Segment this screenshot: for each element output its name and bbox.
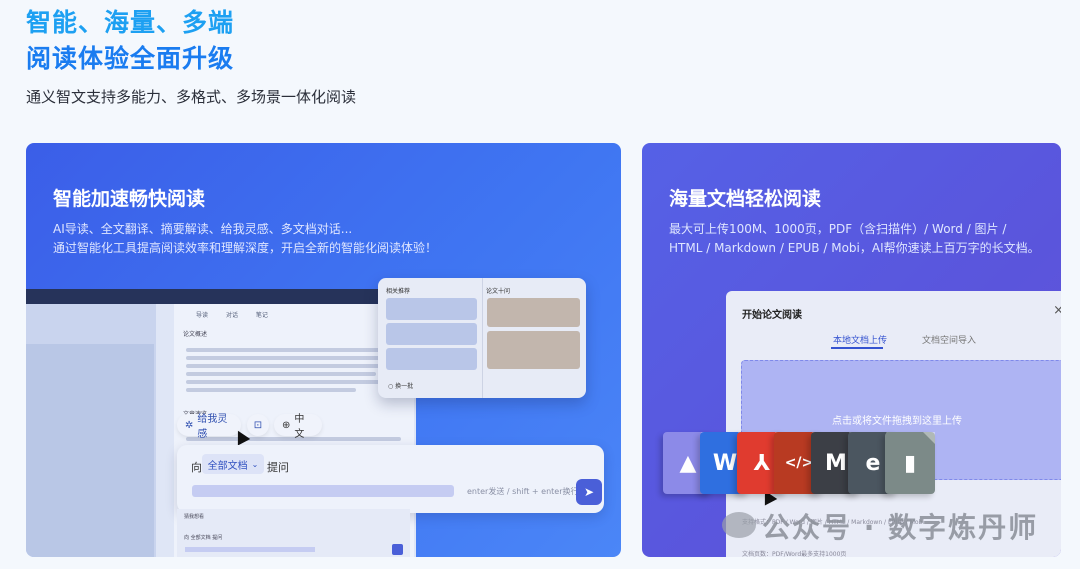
send-button[interactable]: ➤ [576,479,602,505]
language-label: 中文 [294,414,305,440]
ask-question-box: 向 全部文档 ⌄ 提问 enter发送 / shift + enter换行 ➤ [177,445,604,513]
doc-scope-select[interactable]: 全部文档 ⌄ [202,454,264,474]
mini-scope: 全部文档 [190,535,211,541]
mini-label: 猜我想看 [184,514,205,520]
mock-text-line [186,372,376,376]
related-item[interactable] [386,323,477,345]
card-description: AI导读、全文翻译、摘要解读、给我灵感、多文档对话... 通过智能化工具提高阅读… [53,220,437,258]
tab-notes[interactable]: 笔记 [256,312,268,319]
globe-icon: ⊕ [282,419,291,431]
mock-text-line [186,388,356,392]
mock-doc-title: 论文概述 [183,331,208,338]
panel-header-ten-questions: 论文十问 [486,288,511,295]
mock-text-line [186,380,401,384]
close-icon[interactable]: × [1053,303,1061,318]
recommendation-popover: 相关推荐 论文十问 ○ 换一批 [378,278,586,398]
mock-app-sidebar [26,304,156,557]
card-title: 海量文档轻松阅读 [669,188,822,210]
tab-space-import[interactable]: 文档空间导入 [922,333,976,346]
mobi-file-icon: ▮ [885,432,935,494]
inspire-me-label: 给我灵感 [197,414,228,440]
page-footnote: 文档页数：PDF/Word最多支持1000页 [742,551,847,557]
refresh-batch-link[interactable]: ○ 换一批 [388,381,413,390]
panel-divider [482,278,483,398]
mock-text-line [186,348,401,352]
related-item[interactable] [386,298,477,320]
input-hint: enter发送 / shift + enter换行 [467,487,579,496]
send-icon: ➤ [583,485,595,499]
hero-title-line1: 智能、海量、多端 [26,8,235,37]
mini-send-button[interactable] [392,544,403,555]
related-item[interactable] [386,348,477,370]
feature-card-massive-docs: 海量文档轻松阅读 最大可上传100M、1000页，PDF（含扫描件）/ Word… [642,143,1061,557]
drop-zone-label: 点击或将文件拖拽到这里上传 [832,416,962,427]
chevron-down-icon: ⌄ [251,459,259,469]
hero-title-line2: 阅读体验全面升级 [26,44,235,73]
question-input[interactable] [192,485,454,497]
sparkle-icon: ✲ [185,419,194,431]
tab-guide[interactable]: 导读 [196,312,208,319]
mock-reader-tabs: 导读 对话 笔记 [196,310,284,319]
insert-icon: ⊡ [253,419,263,431]
card-title: 智能加速畅快阅读 [53,188,206,210]
active-tab-underline [831,347,883,349]
card-desc-line2: 通过智能化工具提高阅读效率和理解深度，开启全新的智能化阅读体验！ [53,241,438,255]
mock-text-line [186,356,386,360]
wechat-icon [722,512,756,538]
inspire-me-button[interactable]: ✲ 给我灵感 [177,414,241,440]
card-desc-line1: AI导读、全文翻译、摘要解读、给我灵感、多文档对话... [53,222,353,236]
mock-bottom-panel: 猜我想看 向 全部文档 提问 [177,509,410,557]
mock-text-line [186,364,401,368]
insert-button[interactable]: ⊡ [247,414,269,436]
language-button[interactable]: ⊕ 中文 [274,414,322,440]
panel-header-related: 相关推荐 [386,288,411,295]
ask-suffix: 提问 [267,461,289,474]
mini-ask-row: 向 全部文档 提问 [184,535,223,541]
mini-input[interactable] [185,547,315,552]
dialog-title: 开始论文阅读 [742,310,802,321]
hero-subtitle: 通义智文支持多能力、多格式、多场景一体化阅读 [26,88,357,106]
tab-chat[interactable]: 对话 [226,312,238,319]
ask-prefix: 向 [191,461,202,474]
card-desc-line1: 最大可上传100M、1000页，PDF（含扫描件）/ Word / 图片 / [669,222,1007,236]
mini-suffix: 提问 [212,535,223,541]
card-description: 最大可上传100M、1000页，PDF（含扫描件）/ Word / 图片 / H… [669,220,1040,258]
doc-scope-label: 全部文档 [207,460,248,472]
watermark: 公众号 · 数字炼丹师 [762,511,1039,544]
refresh-batch-label: 换一批 [395,383,414,390]
tab-local-upload[interactable]: 本地文档上传 [833,333,887,346]
mock-app-topbar [26,289,416,304]
feature-card-smart-reading: 智能加速畅快阅读 AI导读、全文翻译、摘要解读、给我灵感、多文档对话... 通过… [26,143,621,557]
card-desc-line2: HTML / Markdown / EPUB / Mobi，AI帮你速读上百万字… [669,241,1040,255]
question-item[interactable] [487,331,580,369]
question-item[interactable] [487,298,580,327]
